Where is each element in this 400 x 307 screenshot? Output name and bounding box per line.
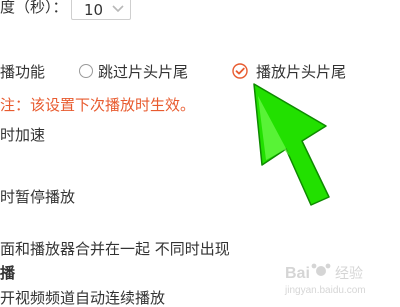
baidu-watermark-logo: Bai 经验 jingyan.baidu.com <box>283 258 398 298</box>
svg-text:jingyan.baidu.com: jingyan.baidu.com <box>284 285 366 296</box>
svg-text:经验: 经验 <box>335 266 363 282</box>
svg-text:Bai: Bai <box>285 265 310 282</box>
pointer-arrow-icon <box>253 83 330 206</box>
